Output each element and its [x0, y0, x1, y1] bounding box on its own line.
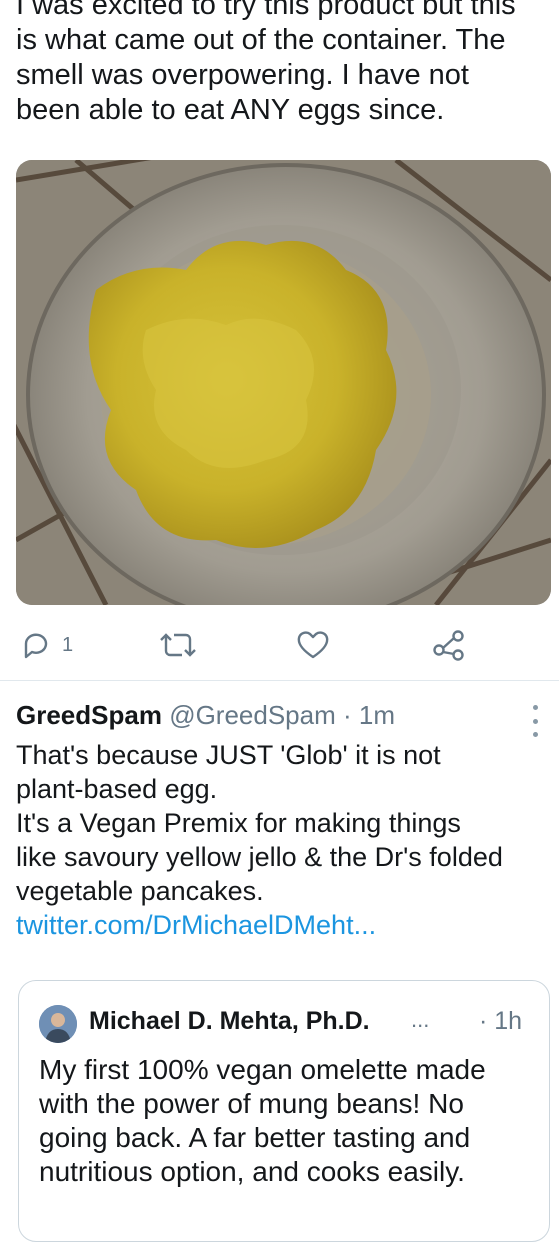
reply-time: · 1m: [343, 700, 395, 730]
reply-icon: [20, 629, 52, 661]
reply-count: 1: [62, 633, 74, 656]
quoted-text-line: with the power of mung beans! No: [39, 1088, 464, 1119]
reply-text-line: That's because JUST 'Glob' it is not: [16, 740, 441, 770]
reply-link[interactable]: twitter.com/DrMichaelDMeht...: [16, 908, 546, 942]
like-button[interactable]: [296, 620, 330, 670]
tweet-text-line: been able to eat ANY eggs since.: [16, 94, 445, 126]
reply-header: GreedSpam @GreedSpam · 1m: [16, 700, 395, 731]
quoted-text: My first 100% vegan omelette made with t…: [39, 1053, 539, 1189]
quoted-time: · 1h: [479, 1007, 523, 1035]
tweet-text-line: smell was overpowering. I have not: [16, 59, 469, 91]
tweet-photo[interactable]: [16, 160, 551, 605]
reply-text-line: like savoury yellow jello & the Dr's fol…: [16, 842, 503, 872]
tweet-text-line: is what came out of the container. The: [16, 24, 506, 56]
quoted-author-name: Michael D. Mehta, Ph.D.: [89, 1007, 370, 1035]
quoted-text-line: going back. A far better tasting and: [39, 1122, 471, 1153]
retweet-icon: [160, 629, 196, 661]
share-button[interactable]: [432, 620, 466, 670]
reply-author-name[interactable]: GreedSpam: [16, 700, 162, 730]
tweet-text-line: I was excited to try this product but th…: [16, 0, 516, 21]
reply-author-handle[interactable]: @GreedSpam: [169, 700, 336, 730]
avatar: [39, 1005, 77, 1043]
quoted-tweet-card[interactable]: Michael D. Mehta, Ph.D. ... · 1h My firs…: [18, 980, 550, 1242]
reply-text-line: vegetable pancakes.: [16, 876, 264, 906]
quoted-text-line: My first 100% vegan omelette made: [39, 1054, 486, 1085]
reply-text-line: plant-based egg.: [16, 774, 218, 804]
heart-icon: [296, 629, 330, 661]
tweet-photo-image: [16, 160, 551, 605]
quoted-author-ellipsis: ...: [411, 1007, 430, 1032]
retweet-button[interactable]: [160, 620, 196, 670]
share-icon: [432, 628, 466, 662]
reply-text: That's because JUST 'Glob' it is not pla…: [16, 738, 546, 942]
reply-text-line: It's a Vegan Premix for making things: [16, 808, 461, 838]
reply-button[interactable]: 1: [20, 620, 73, 670]
more-options-icon[interactable]: [525, 705, 545, 737]
tweet-text: I was excited to try this product but th…: [16, 0, 546, 128]
divider: [0, 680, 559, 681]
tweet-action-bar: 1: [0, 620, 559, 670]
quoted-text-line: nutritious option, and cooks easily.: [39, 1156, 465, 1187]
